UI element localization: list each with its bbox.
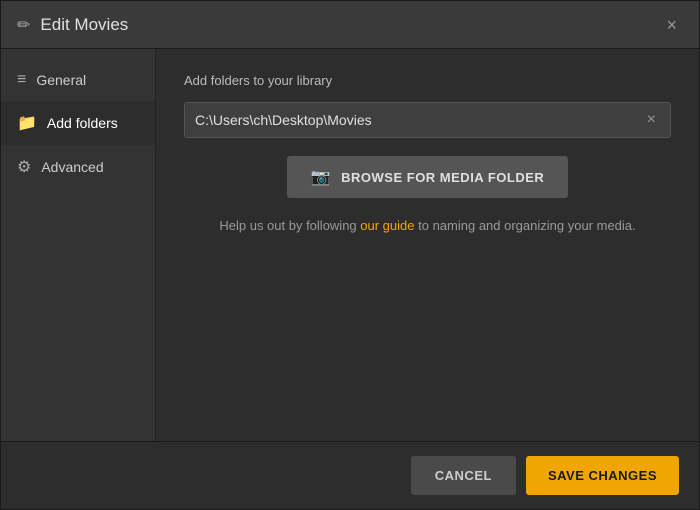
gear-icon: ⚙ — [17, 157, 31, 177]
camera-icon: 📷 — [311, 167, 331, 187]
dialog-header: ✏ Edit Movies × — [1, 1, 699, 49]
pencil-icon: ✏ — [17, 15, 30, 35]
help-text: Help us out by following our guide to na… — [184, 218, 671, 233]
dialog-title: Edit Movies — [40, 15, 128, 35]
sidebar-item-label: Add folders — [47, 115, 118, 131]
folder-clear-button[interactable]: × — [643, 109, 660, 131]
folder-input-row: × — [184, 102, 671, 138]
cancel-button[interactable]: CANCEL — [411, 456, 516, 495]
sidebar: ≡ General 📁 Add folders ⚙ Advanced — [1, 49, 156, 441]
section-label: Add folders to your library — [184, 73, 671, 88]
sidebar-item-advanced[interactable]: ⚙ Advanced — [1, 145, 155, 189]
help-text-before: Help us out by following — [219, 218, 360, 233]
folder-icon: 📁 — [17, 113, 37, 133]
title-area: ✏ Edit Movies — [17, 15, 128, 35]
save-changes-button[interactable]: SAVE CHANGES — [526, 456, 679, 495]
close-button[interactable]: × — [660, 14, 683, 36]
main-content: Add folders to your library × 📷 BROWSE F… — [156, 49, 699, 441]
sidebar-item-label: General — [36, 72, 86, 88]
help-text-after: to naming and organizing your media. — [415, 218, 636, 233]
our-guide-link[interactable]: our guide — [360, 218, 414, 233]
dialog-body: ≡ General 📁 Add folders ⚙ Advanced Add f… — [1, 49, 699, 441]
sidebar-item-general[interactable]: ≡ General — [1, 59, 155, 101]
dialog-footer: CANCEL SAVE CHANGES — [1, 441, 699, 509]
list-icon: ≡ — [17, 71, 26, 89]
browse-button-label: BROWSE FOR MEDIA FOLDER — [341, 170, 544, 185]
browse-media-folder-button[interactable]: 📷 BROWSE FOR MEDIA FOLDER — [287, 156, 569, 198]
sidebar-item-add-folders[interactable]: 📁 Add folders — [1, 101, 155, 145]
edit-movies-dialog: ✏ Edit Movies × ≡ General 📁 Add folders … — [0, 0, 700, 510]
sidebar-item-label: Advanced — [41, 159, 103, 175]
browse-button-wrapper: 📷 BROWSE FOR MEDIA FOLDER — [184, 156, 671, 218]
folder-path-input[interactable] — [195, 103, 643, 137]
